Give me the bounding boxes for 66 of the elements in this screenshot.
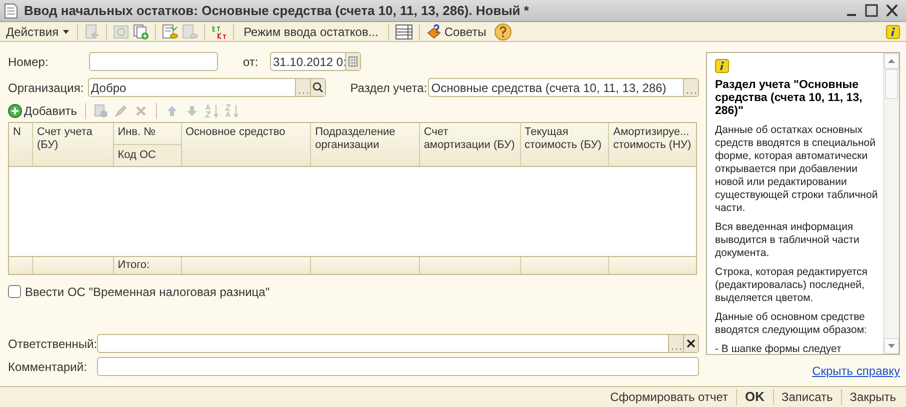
column-header[interactable]: Основное средство [182,123,310,166]
totals-label: Итого: [114,257,182,274]
clear-icon[interactable] [683,335,698,352]
comment-field[interactable] [97,357,699,376]
actions-menu[interactable]: Действия [4,22,71,40]
help-icon[interactable] [494,22,512,40]
field-label: Номер: [8,54,50,70]
field-label: Комментарий: [8,358,88,376]
footer-button[interactable]: OK [739,387,770,407]
help-paragraph: Вся введенная информация выводится в табличной части документа. [715,221,860,260]
help-title: Раздел учета "Основные средства (счета 10, 11, 13, 286)" [715,79,864,118]
checkbox[interactable] [8,285,21,298]
debit-credit-icon[interactable] [210,24,227,40]
field-label: Организация: [8,80,85,96]
pencil-icon[interactable] [114,104,128,118]
copy-add-icon[interactable] [132,24,149,40]
up-arrow-icon[interactable] [165,104,180,118]
down-arrow-icon[interactable] [185,104,200,118]
help-paragraph: Строка, которая редактируется (редактировалась) последней, выделяется цветом. [715,266,868,305]
scroll-down-icon[interactable] [884,338,899,354]
column-header[interactable]: Счет амортизации (БУ) [420,123,520,166]
help-paragraph: - В шапке формы следует [715,343,842,354]
sort-descending-icon[interactable] [225,104,240,118]
hide-help-link[interactable]: Скрыть справку [812,362,900,380]
organization-field[interactable]: Добро [88,78,326,97]
field-label: Ответственный: [8,336,97,352]
mode-button[interactable]: Режим ввода остатков... [240,22,382,40]
document-arrow-icon[interactable] [84,24,100,40]
calendar-icon[interactable] [345,53,360,70]
list-icon[interactable] [395,24,414,40]
info-icon[interactable] [886,24,900,38]
column-header[interactable]: Текущая стоимость (БУ) [520,123,608,166]
copy-icon[interactable] [94,104,108,118]
add-button[interactable]: Добавить [8,102,78,120]
window-title: Ввод начальных остатков: Основные средства (счета 10, 11, 13, 286). Новый * [24,2,530,20]
help-paragraph: Данные об остатках основных средств вводятся в специальной форме, которая автоматически открывается при добавлении новой или редактировании существующей строки табличной части. [715,124,879,215]
scrollbar[interactable] [883,53,899,354]
column-header[interactable]: Амортизируе... стоимость (НУ) [609,123,696,166]
ellipsis-icon[interactable] [683,79,698,96]
date-field[interactable]: 31.10.2012 0: [270,52,361,71]
help-paragraph: Данные об основном средстве вводятся следующим образом: [715,311,868,337]
caret-icon [62,30,69,34]
column-header[interactable]: Код ОС [114,144,180,166]
document-coins-icon[interactable] [182,24,198,40]
column-header[interactable]: Счет учета (БУ) [32,123,113,166]
sort-ascending-icon[interactable] [205,104,220,118]
plus-icon [8,104,22,118]
scroll-up-icon[interactable] [884,53,899,69]
document-coins-icon[interactable] [162,24,178,40]
number-field[interactable] [89,52,218,71]
field-label: от: [243,54,260,70]
footer-button[interactable]: Записать [776,388,839,406]
column-header[interactable]: N [9,123,32,166]
info-icon [715,59,729,73]
footer-button[interactable]: Сформировать отчет [604,388,734,406]
tips-button[interactable]: Советы [426,22,486,40]
search-icon[interactable] [310,79,326,96]
checkbox-label: Ввести ОС "Временная налоговая разница" [25,284,270,300]
responsible-field[interactable] [97,334,699,353]
section-field[interactable]: Основные средства (счета 10, 11, 13, 286) [428,78,699,97]
column-header[interactable]: Подразделение организации [311,123,419,166]
document-icon [4,2,18,18]
footer-button[interactable]: Закрыть [844,388,902,406]
scrollbar-thumb[interactable] [885,69,898,99]
field-label: Раздел учета: [350,80,428,96]
delete-icon[interactable] [134,104,148,118]
